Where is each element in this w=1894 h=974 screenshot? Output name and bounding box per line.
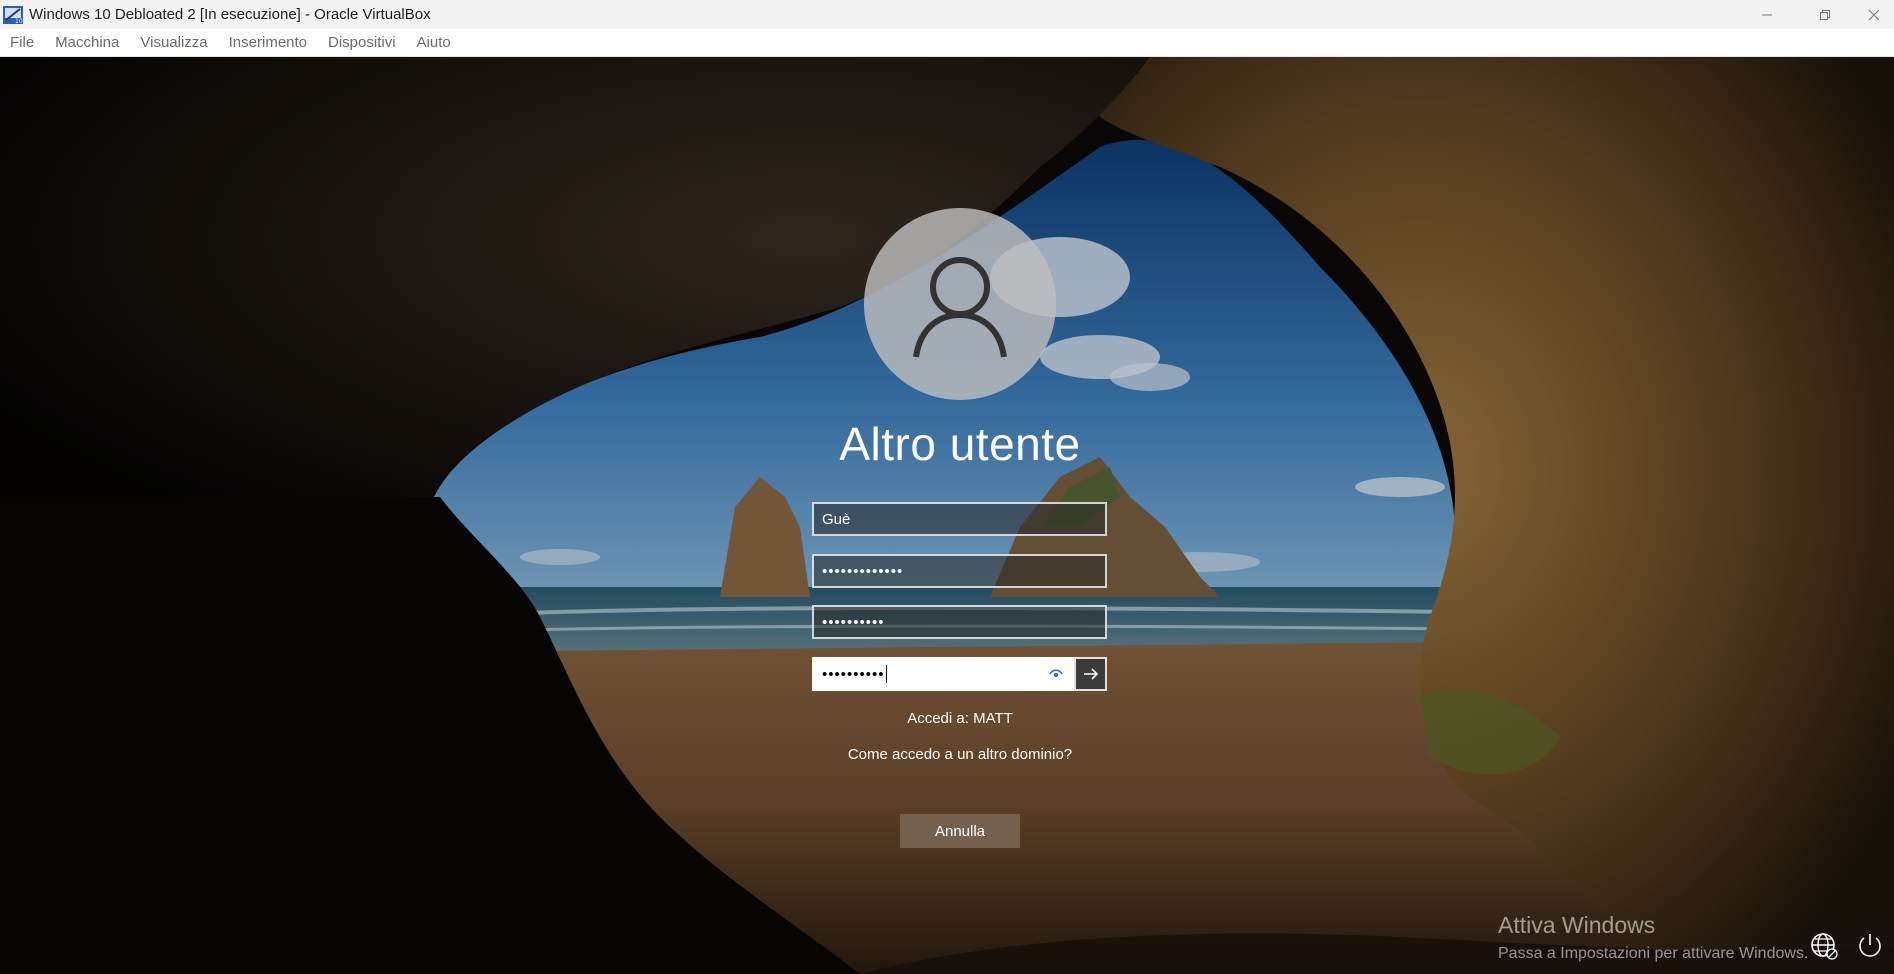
close-icon[interactable]	[1854, 0, 1894, 29]
restore-icon[interactable]	[1796, 0, 1854, 29]
virtualbox-app-icon: 10	[2, 5, 24, 25]
username-field[interactable]: Guè	[812, 502, 1107, 536]
minimize-icon[interactable]	[1738, 0, 1796, 29]
confirm-password-field[interactable]: ••••••••••	[812, 657, 1107, 691]
password-field[interactable]: •••••••••••••	[812, 554, 1107, 588]
window-title: Windows 10 Debloated 2 [In esecuzione] -…	[29, 6, 431, 23]
activation-subtitle: Passa a Impostazioni per attivare Window…	[1498, 945, 1809, 962]
other-domain-link[interactable]: Come accedo a un altro dominio?	[760, 746, 1160, 763]
svg-text:10: 10	[15, 18, 23, 24]
confirm-password-value: ••••••••••	[822, 665, 885, 683]
menu-help[interactable]: Aiuto	[417, 34, 451, 51]
user-title: Altro utente	[839, 418, 1081, 470]
menu-view[interactable]: Visualizza	[140, 34, 207, 51]
sign-in-domain: Accedi a: MATT	[907, 710, 1013, 727]
activation-watermark: Attiva Windows Passa a Impostazioni per …	[1498, 912, 1808, 963]
submit-arrow-button[interactable]	[1074, 657, 1107, 691]
activation-title: Attiva Windows	[1498, 912, 1656, 938]
menu-machine[interactable]: Macchina	[55, 34, 119, 51]
text-caret	[885, 665, 887, 683]
menu-bar: File Macchina Visualizza Inserimento Dis…	[0, 29, 1894, 57]
network-icon[interactable]	[1807, 929, 1841, 963]
arrow-right-icon	[1083, 668, 1098, 680]
menu-file[interactable]: File	[10, 34, 34, 51]
user-avatar	[864, 208, 1056, 400]
cancel-button[interactable]: Annulla	[900, 814, 1020, 848]
user-icon	[913, 257, 1007, 358]
menu-input[interactable]: Inserimento	[229, 34, 307, 51]
vm-display[interactable]: Altro utente Guè ••••••••••••• •••••••••…	[0, 57, 1894, 974]
new-password-field[interactable]: ••••••••••	[812, 605, 1107, 639]
reveal-password-icon[interactable]	[1043, 659, 1069, 689]
title-bar: 10 Windows 10 Debloated 2 [In esecuzione…	[0, 0, 1894, 29]
menu-devices[interactable]: Dispositivi	[328, 34, 396, 51]
power-icon[interactable]	[1853, 929, 1887, 963]
